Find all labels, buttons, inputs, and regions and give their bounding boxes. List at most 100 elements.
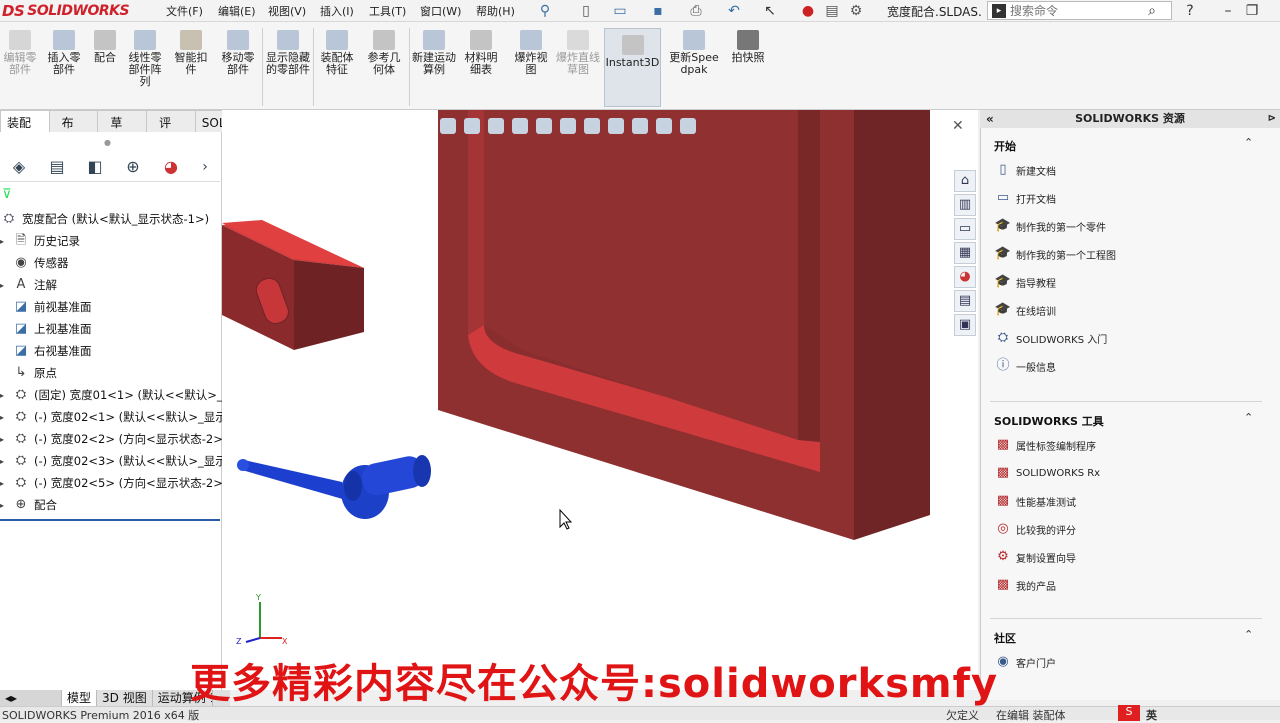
- expand-arrow-icon[interactable]: ▸: [0, 479, 10, 488]
- property-manager-tab-icon[interactable]: ▤: [38, 155, 76, 179]
- tree-item[interactable]: ▸ ⊕ 配合: [0, 495, 57, 515]
- tree-item[interactable]: ▸ 🗎 历史记录: [0, 231, 80, 251]
- bom-button[interactable]: 材料明细表: [460, 30, 502, 76]
- tab-evaluate[interactable]: 评估: [146, 110, 196, 147]
- task-pane-link[interactable]: 🎓 在线培训: [994, 300, 1056, 320]
- filter-icon[interactable]: ⊽: [2, 187, 12, 202]
- motion-study-button[interactable]: 新建运动算例: [412, 30, 456, 76]
- task-pane-link[interactable]: ◎ 比较我的评分: [994, 519, 1076, 539]
- collapse-section-icon[interactable]: ⌃: [1244, 411, 1253, 424]
- options-gear-icon[interactable]: ⚙: [848, 3, 864, 19]
- task-pane-link[interactable]: ⛭ SOLIDWORKS 入门: [994, 328, 1107, 348]
- snapshot-button[interactable]: 拍快照: [728, 30, 768, 64]
- tree-rollback-bar[interactable]: [0, 519, 220, 521]
- appearances-icon[interactable]: ◕: [954, 266, 976, 288]
- task-pane-link[interactable]: ▩ SOLIDWORKS Rx: [994, 463, 1100, 483]
- tab-layout[interactable]: 布局: [48, 110, 99, 147]
- undo-icon[interactable]: ↶: [726, 3, 742, 19]
- slotted-bar-part[interactable]: [222, 220, 364, 350]
- print-icon[interactable]: ⎙: [688, 3, 704, 19]
- dimxpert-tab-icon[interactable]: ⊕: [114, 155, 152, 179]
- expand-arrow-icon[interactable]: ▸: [0, 457, 10, 466]
- tree-item[interactable]: ▸ A 注解: [0, 275, 57, 295]
- menu-window[interactable]: 窗口(W): [420, 3, 461, 19]
- new-document-icon[interactable]: ▯: [578, 3, 594, 19]
- menu-help[interactable]: 帮助(H): [476, 3, 515, 19]
- update-speedpak-button[interactable]: 更新Speedpak: [666, 30, 722, 76]
- pin-icon[interactable]: ⚲: [537, 3, 553, 19]
- custom-properties-icon[interactable]: ▤: [954, 290, 976, 312]
- exploded-view-button[interactable]: 爆炸视图: [510, 30, 552, 76]
- view-orientation-icon[interactable]: [560, 118, 576, 134]
- task-pane-link[interactable]: 🎓 制作我的第一个零件: [994, 216, 1106, 236]
- tree-root[interactable]: ⛭ 宽度配合 (默认<默认_显示状态-1>): [0, 209, 209, 229]
- assembly-feature-button[interactable]: 装配体特征: [316, 30, 358, 76]
- expand-arrow-icon[interactable]: ▸: [0, 501, 10, 510]
- scroll-arrows-icon[interactable]: ◂▸: [0, 690, 62, 706]
- rebuild-icon[interactable]: ●: [800, 3, 816, 19]
- instant3d-button[interactable]: Instant3D: [604, 28, 661, 107]
- search-input[interactable]: [1010, 3, 1130, 18]
- close-viewport-icon[interactable]: ✕: [952, 118, 964, 134]
- edit-appearance-icon[interactable]: [632, 118, 648, 134]
- show-hidden-button[interactable]: 显示隐藏的零部件: [266, 30, 310, 76]
- move-component-button[interactable]: 移动零部件: [218, 30, 258, 76]
- task-pane-section-title[interactable]: 社区: [994, 630, 1016, 646]
- task-pane-link[interactable]: ▩ 属性标签编制程序: [994, 435, 1096, 455]
- task-pane-section-title[interactable]: 开始: [994, 138, 1016, 154]
- collapse-section-icon[interactable]: ⌃: [1244, 136, 1253, 149]
- task-pane-link[interactable]: ▩ 我的产品: [994, 575, 1056, 595]
- expand-arrow-icon[interactable]: ▸: [0, 435, 10, 444]
- tree-item[interactable]: ▸ ⛭ (固定) 宽度01<1> (默认<<默认>_显: [0, 385, 234, 405]
- pin-pane-icon[interactable]: ⊳: [1268, 110, 1276, 128]
- tree-item[interactable]: ↳ 原点: [0, 363, 57, 383]
- task-pane-link[interactable]: 🎓 指导教程: [994, 272, 1056, 292]
- display-style-icon[interactable]: [584, 118, 600, 134]
- help-icon[interactable]: ?: [1182, 3, 1198, 19]
- language-indicator-icon[interactable]: 英: [1146, 707, 1157, 723]
- zoom-to-fit-icon[interactable]: [440, 118, 456, 134]
- expand-arrow-icon[interactable]: ▸: [0, 391, 10, 400]
- collapse-section-icon[interactable]: ⌃: [1244, 628, 1253, 641]
- home-icon[interactable]: ⌂: [954, 170, 976, 192]
- restore-icon[interactable]: ❐: [1244, 3, 1260, 19]
- select-icon[interactable]: ↖: [762, 3, 778, 19]
- menu-view[interactable]: 视图(V): [268, 3, 306, 19]
- model-view[interactable]: Y X Z: [222, 110, 978, 690]
- task-pane-link[interactable]: ◉ 客户门户: [994, 652, 1056, 672]
- expand-arrow-icon[interactable]: ▸: [0, 281, 10, 290]
- view-palette-icon[interactable]: ▦: [954, 242, 976, 264]
- view-settings-icon[interactable]: [680, 118, 696, 134]
- design-library-icon[interactable]: ▥: [954, 194, 976, 216]
- menu-tools[interactable]: 工具(T): [369, 3, 406, 19]
- collapse-pane-icon[interactable]: «: [986, 110, 994, 128]
- tree-item[interactable]: ◪ 右视基准面: [0, 341, 92, 361]
- menu-insert[interactable]: 插入(I): [320, 3, 354, 19]
- zoom-area-icon[interactable]: [464, 118, 480, 134]
- tab-model[interactable]: 模型: [62, 690, 98, 706]
- task-pane-link[interactable]: ▩ 性能基准测试: [994, 491, 1076, 511]
- search-icon[interactable]: ⌕: [1144, 3, 1160, 19]
- graphics-area[interactable]: Y X Z: [222, 110, 978, 690]
- tree-item[interactable]: ◉ 传感器: [0, 253, 68, 273]
- task-pane-link[interactable]: ⓘ 一般信息: [994, 356, 1056, 376]
- task-pane-section-title[interactable]: SOLIDWORKS 工具: [994, 413, 1104, 429]
- tree-item[interactable]: ▸ ⛭ (-) 宽度02<3> (默认<<默认>_显示: [0, 451, 227, 471]
- tree-item[interactable]: ▸ ⛭ (-) 宽度02<5> (方向<显示状态-2>): [0, 473, 227, 493]
- tree-item[interactable]: ▸ ⛭ (-) 宽度02<2> (方向<显示状态-2>): [0, 429, 227, 449]
- section-view-icon[interactable]: [512, 118, 528, 134]
- smart-fastener-button[interactable]: 智能扣件: [171, 30, 211, 76]
- edit-component-button[interactable]: 编辑零部件: [0, 30, 40, 76]
- task-pane-link[interactable]: ▭ 打开文档: [994, 188, 1056, 208]
- tab-assembly[interactable]: 装配体: [0, 110, 50, 147]
- feature-tree-tab-icon[interactable]: ◈: [0, 155, 38, 179]
- expand-arrow-icon[interactable]: ▸: [0, 413, 10, 422]
- insert-component-button[interactable]: 插入零部件: [44, 30, 84, 76]
- display-manager-tab-icon[interactable]: ◕: [152, 155, 190, 179]
- input-method-icon[interactable]: S: [1118, 705, 1140, 721]
- pin-part[interactable]: [237, 454, 431, 519]
- save-icon[interactable]: ▪: [650, 3, 666, 19]
- previous-view-icon[interactable]: [488, 118, 504, 134]
- panel-grip-icon[interactable]: ●: [104, 138, 111, 147]
- apply-scene-icon[interactable]: [656, 118, 672, 134]
